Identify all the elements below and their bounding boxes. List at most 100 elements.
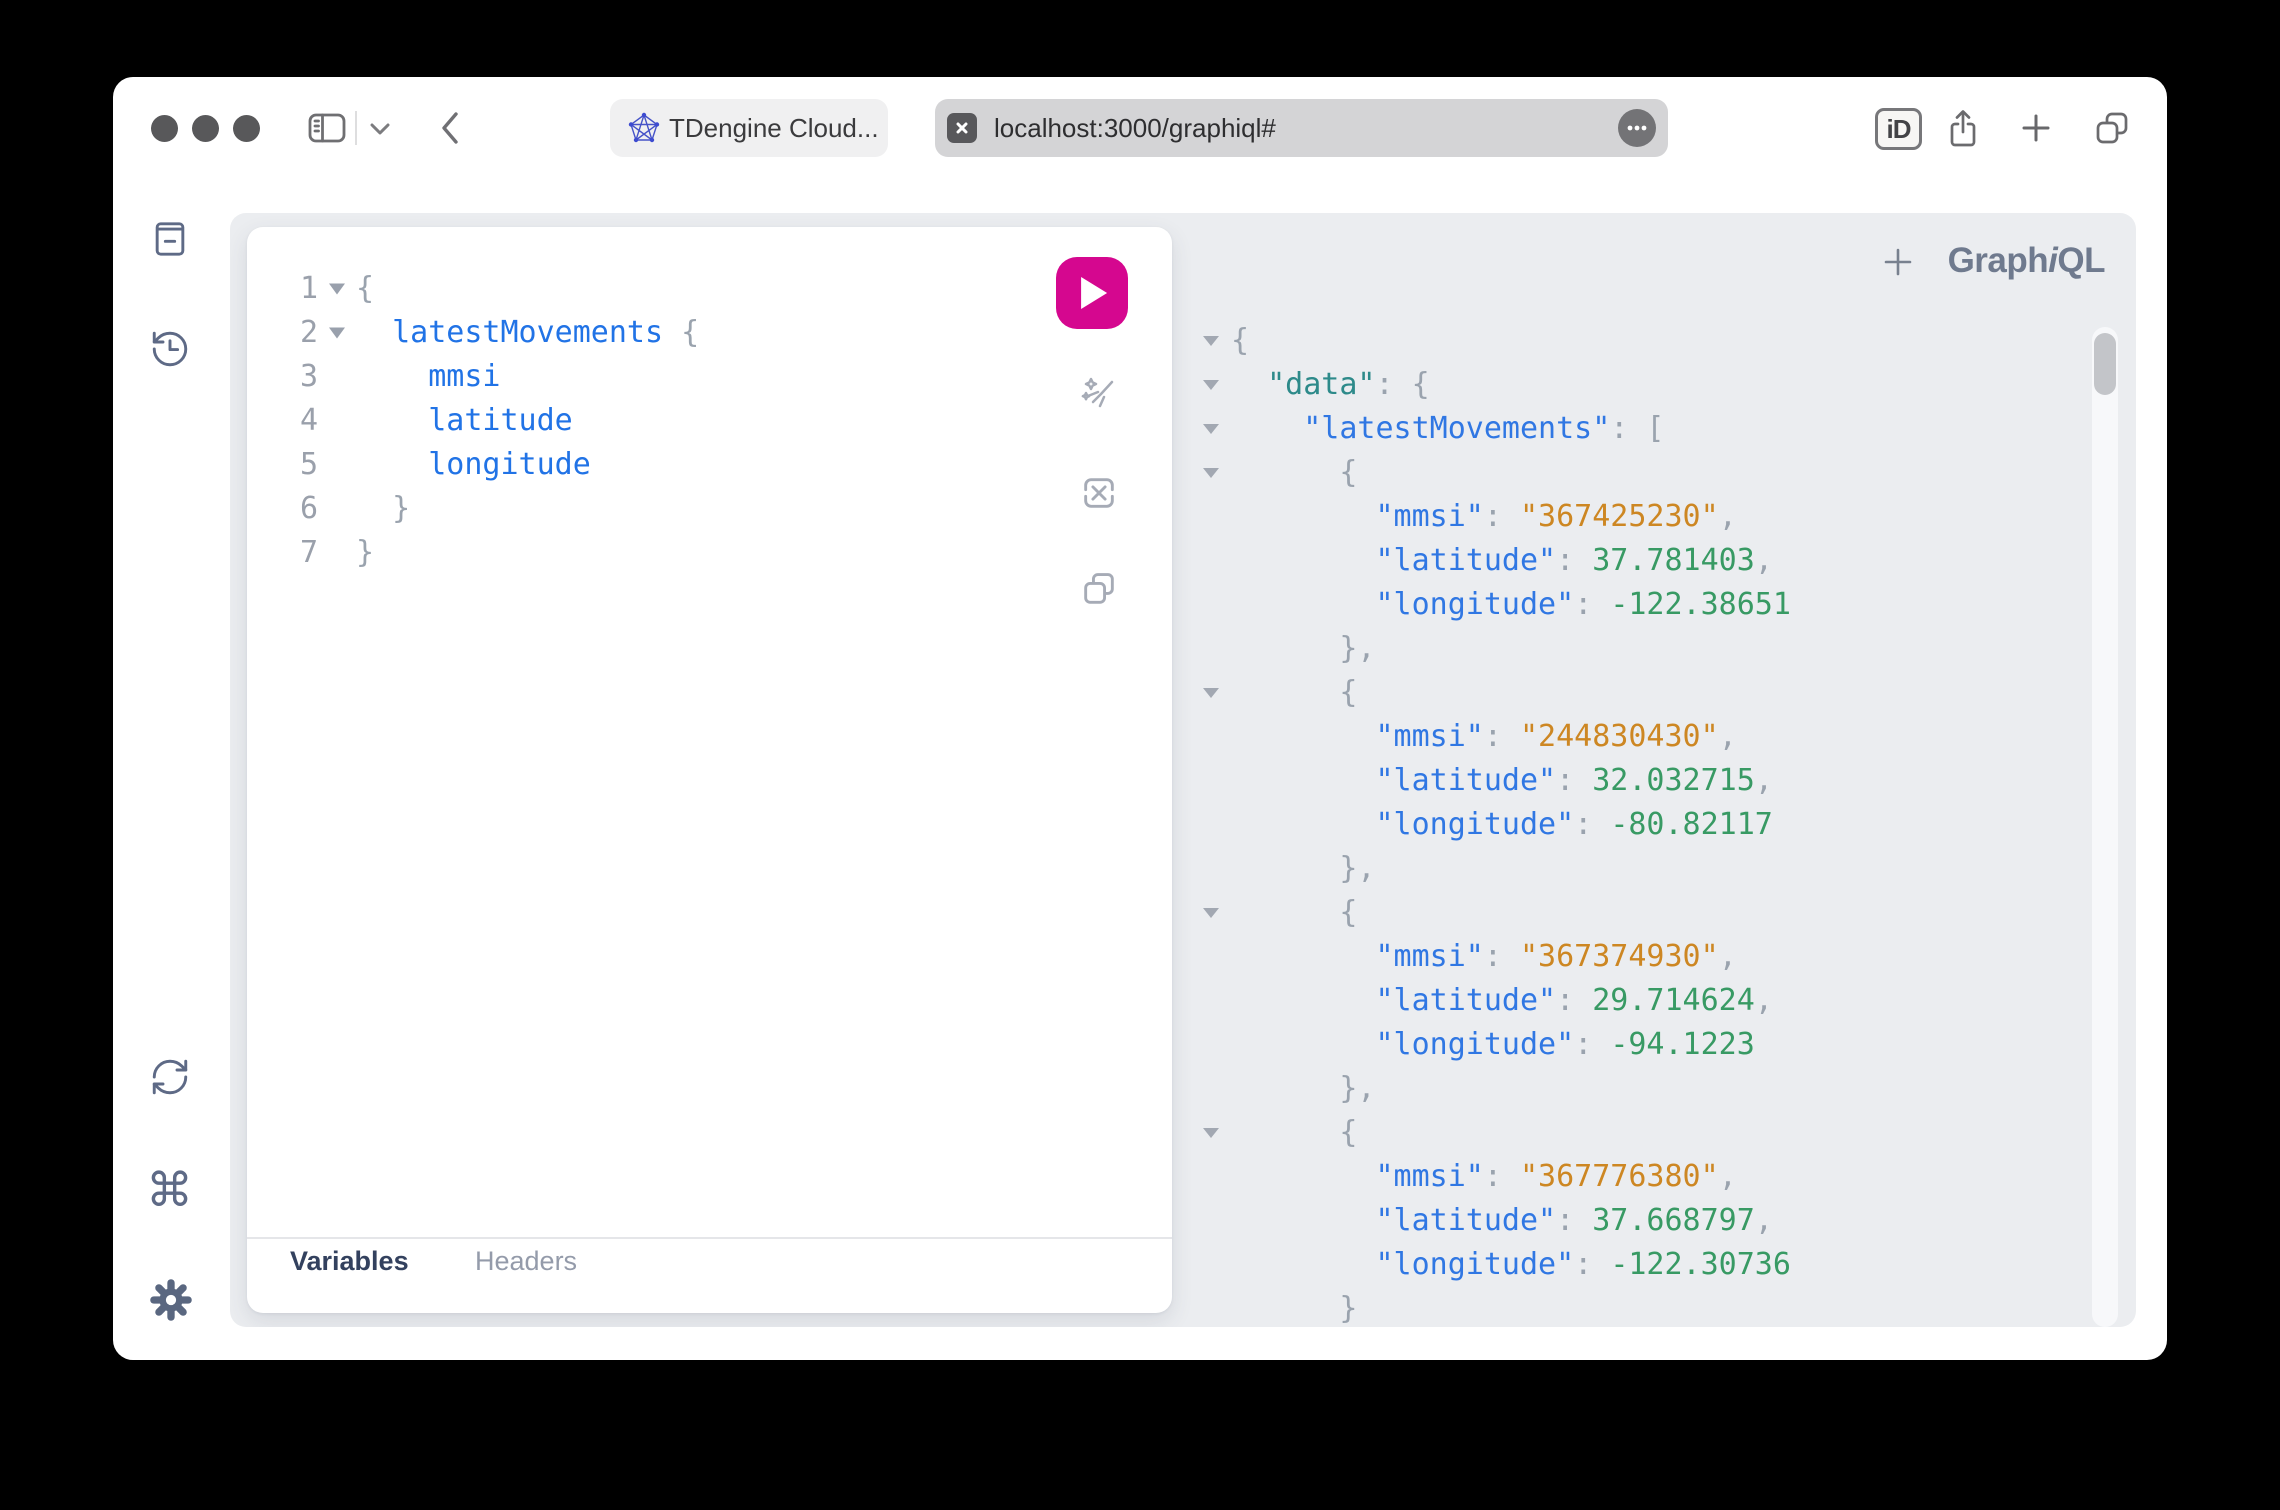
fold-spacer bbox=[318, 399, 356, 443]
fold-arrow[interactable] bbox=[318, 311, 356, 355]
merge-fragments-icon[interactable] bbox=[1079, 473, 1119, 513]
execute-query-button[interactable] bbox=[1056, 257, 1128, 329]
traffic-light-zoom[interactable] bbox=[233, 115, 260, 142]
code-token: , bbox=[1755, 543, 1773, 578]
fold-spacer bbox=[1201, 583, 1221, 627]
new-tab-icon[interactable] bbox=[2021, 113, 2051, 143]
more-options-icon[interactable] bbox=[1618, 109, 1656, 147]
traffic-light-close[interactable] bbox=[151, 115, 178, 142]
code-token: "latitude" bbox=[1376, 1203, 1557, 1238]
code-token bbox=[1231, 807, 1376, 842]
code-token: "mmsi" bbox=[1376, 719, 1484, 754]
fold-spacer bbox=[1201, 1155, 1221, 1199]
fold-arrow[interactable] bbox=[1201, 1111, 1221, 1155]
code-token: 37.668797 bbox=[1592, 1203, 1755, 1238]
fold-spacer bbox=[1201, 759, 1221, 803]
fold-arrow[interactable] bbox=[318, 267, 356, 311]
copy-query-icon[interactable] bbox=[1079, 569, 1119, 609]
fold-spacer bbox=[1201, 1243, 1221, 1287]
code-text: "mmsi": "367776380", bbox=[1231, 1155, 1737, 1199]
back-icon[interactable] bbox=[440, 111, 460, 145]
graphiql-favicon-icon bbox=[947, 113, 977, 143]
share-icon[interactable] bbox=[1945, 108, 1981, 148]
tab-title: TDengine Cloud... bbox=[669, 113, 879, 144]
line-number: 3 bbox=[247, 355, 318, 399]
code-token: "latitude" bbox=[1376, 763, 1557, 798]
code-token: 32.032715 bbox=[1592, 763, 1755, 798]
fold-spacer bbox=[1201, 847, 1221, 891]
fold-arrow[interactable] bbox=[1201, 407, 1221, 451]
query-line: 7} bbox=[247, 531, 1172, 575]
code-token: -122.30736 bbox=[1610, 1247, 1791, 1282]
docs-icon[interactable] bbox=[149, 218, 191, 260]
history-icon[interactable] bbox=[149, 328, 191, 370]
code-token bbox=[1231, 587, 1376, 622]
query-line: 6 } bbox=[247, 487, 1172, 531]
browser-tab-tdengine[interactable]: TDengine Cloud... bbox=[610, 99, 888, 157]
code-text: "mmsi": "244830430", bbox=[1231, 715, 1737, 759]
editor-footer-divider bbox=[247, 1237, 1172, 1239]
code-token: : bbox=[1574, 587, 1610, 622]
query-editor[interactable]: 1{2 latestMovements {3 mmsi4 latitude5 l… bbox=[247, 227, 1172, 575]
code-token: latitude bbox=[428, 403, 573, 438]
code-token: : bbox=[1574, 1027, 1610, 1062]
code-token: { bbox=[663, 315, 699, 350]
code-token: } bbox=[356, 491, 410, 526]
fold-spacer bbox=[318, 487, 356, 531]
response-scrollbar[interactable] bbox=[2092, 327, 2118, 1327]
code-token: "longitude" bbox=[1376, 1247, 1575, 1282]
code-token: "367374930" bbox=[1520, 939, 1719, 974]
code-text: { bbox=[1231, 1111, 1357, 1155]
code-text: }, bbox=[1231, 1067, 1376, 1111]
fold-arrow[interactable] bbox=[1201, 671, 1221, 715]
code-text: { bbox=[1231, 671, 1357, 715]
code-token: "data" bbox=[1267, 367, 1375, 402]
fold-spacer bbox=[1201, 1287, 1221, 1327]
fold-arrow[interactable] bbox=[1201, 319, 1221, 363]
code-token: latestMovements bbox=[392, 315, 663, 350]
fold-arrow[interactable] bbox=[1201, 891, 1221, 935]
tab-overview-icon[interactable] bbox=[2094, 110, 2130, 146]
code-token: { bbox=[356, 271, 374, 306]
fold-spacer bbox=[1201, 495, 1221, 539]
url-bar[interactable]: localhost:3000/graphiql# bbox=[935, 99, 1668, 157]
code-token bbox=[356, 359, 428, 394]
tab-headers[interactable]: Headers bbox=[475, 1246, 577, 1277]
code-token: : bbox=[1484, 939, 1520, 974]
code-token: , bbox=[1755, 763, 1773, 798]
code-text: }, bbox=[1231, 847, 1376, 891]
prettify-icon[interactable] bbox=[1079, 375, 1119, 415]
traffic-light-minimize[interactable] bbox=[192, 115, 219, 142]
code-token: : bbox=[1484, 719, 1520, 754]
code-token: "longitude" bbox=[1376, 1027, 1575, 1062]
settings-gear-icon[interactable] bbox=[149, 1278, 193, 1322]
code-token: -80.82117 bbox=[1610, 807, 1773, 842]
refresh-schema-icon[interactable] bbox=[149, 1056, 191, 1098]
sidebar-toggle-icon[interactable] bbox=[307, 111, 347, 145]
code-token: }, bbox=[1231, 1071, 1376, 1106]
code-token bbox=[1231, 367, 1267, 402]
code-token: } bbox=[1231, 1291, 1357, 1326]
code-token: }, bbox=[1231, 851, 1376, 886]
code-token: : [ bbox=[1610, 411, 1664, 446]
tdengine-favicon-icon bbox=[628, 112, 660, 144]
line-number: 5 bbox=[247, 443, 318, 487]
fold-spacer bbox=[1201, 803, 1221, 847]
fold-spacer bbox=[318, 355, 356, 399]
onepassword-extension-icon[interactable]: iD bbox=[1875, 108, 1922, 150]
code-token bbox=[356, 403, 428, 438]
fold-arrow[interactable] bbox=[1201, 451, 1221, 495]
chevron-down-icon[interactable] bbox=[369, 122, 391, 136]
code-token: "367425230" bbox=[1520, 499, 1719, 534]
code-token: { bbox=[1231, 323, 1249, 358]
scrollbar-thumb[interactable] bbox=[2094, 333, 2116, 395]
fold-arrow[interactable] bbox=[1201, 363, 1221, 407]
code-text: "latestMovements": [ bbox=[1231, 407, 1664, 451]
fold-spacer bbox=[1201, 1023, 1221, 1067]
code-token: : bbox=[1574, 1247, 1610, 1282]
code-text: "latitude": 29.714624, bbox=[1231, 979, 1773, 1023]
keyboard-shortcuts-icon[interactable]: ⌘ bbox=[146, 1163, 193, 1218]
code-token: : bbox=[1556, 983, 1592, 1018]
fold-spacer bbox=[1201, 1067, 1221, 1111]
tab-variables[interactable]: Variables bbox=[290, 1246, 409, 1277]
